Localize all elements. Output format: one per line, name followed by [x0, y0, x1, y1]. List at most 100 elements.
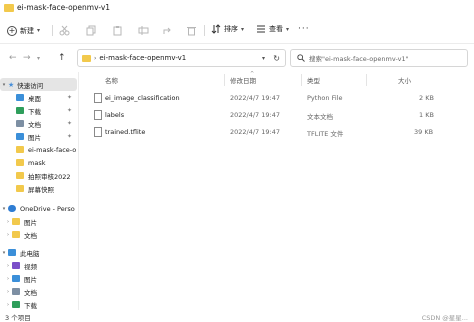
sidebar-item-quick-access[interactable]: ▾ ★ 快速访问: [0, 78, 77, 91]
chevron-right-icon[interactable]: ›: [4, 232, 12, 238]
navigation-pane: ▾ ★ 快速访问 桌面 ✦ 下载 ✦ 文档 ✦ 图片 ✦ ei-mask-fac…: [0, 74, 77, 312]
item-count: 3 个项目: [5, 314, 31, 322]
sidebar-item-pc-downloads[interactable]: › 下载: [0, 298, 77, 311]
sidebar-item-photo-review[interactable]: 拍照审核2022: [0, 169, 77, 182]
folder-icon: [16, 185, 24, 192]
sidebar-item-label: 图片: [28, 133, 41, 142]
column-header-name[interactable]: 名称: [105, 75, 118, 85]
folder-icon: [16, 172, 24, 179]
file-modified: 2022/4/7 19:47: [230, 111, 280, 119]
search-input[interactable]: 搜索"ei-mask-face-openmv-v1": [290, 49, 468, 67]
column-divider[interactable]: [366, 74, 367, 86]
recent-locations-chevron-icon[interactable]: ▾: [37, 55, 40, 62]
sidebar-item-mask[interactable]: mask: [0, 156, 77, 169]
watermark: CSDN @星星...: [421, 314, 468, 322]
pin-icon: ✦: [66, 133, 72, 140]
command-bar: + 新建 ▾ 排序 ▾ 查看 ▾ ···: [0, 17, 474, 44]
refresh-icon[interactable]: ↻: [273, 54, 280, 63]
sidebar-item-pc-documents[interactable]: › 文档: [0, 285, 77, 298]
column-header-modified[interactable]: 修改日期: [230, 75, 256, 85]
view-icon: [257, 25, 265, 33]
pin-icon: ✦: [66, 120, 72, 127]
document-icon: [16, 120, 24, 127]
chevron-down-icon[interactable]: ▾: [0, 206, 8, 212]
chevron-down-icon: ▾: [37, 27, 41, 34]
paste-icon[interactable]: [112, 25, 123, 36]
window-title: ei-mask-face-openmv-v1: [17, 3, 111, 12]
file-row[interactable]: trained.tflite 2022/4/7 19:47 TFLITE 文件 …: [88, 124, 474, 140]
title-bar: ei-mask-face-openmv-v1: [0, 0, 474, 17]
search-icon: [297, 54, 305, 62]
sidebar-item-pc-pictures[interactable]: › 图片: [0, 272, 77, 285]
copy-icon[interactable]: [86, 25, 97, 36]
file-type: 文本文档: [307, 113, 333, 121]
navigation-bar: ← → ▾ ↑ › ei-mask-face-openmv-v1 ▾ ↻ 搜索"…: [0, 44, 474, 72]
sidebar-item-screenshots[interactable]: 屏幕快照: [0, 182, 77, 195]
column-header-type[interactable]: 类型: [307, 75, 320, 85]
forward-arrow-icon[interactable]: →: [23, 53, 31, 63]
sidebar-item-label: 下载: [28, 107, 41, 116]
sidebar-item-label: 桌面: [28, 94, 41, 103]
column-divider[interactable]: [224, 74, 225, 86]
file-row[interactable]: ei_image_classification 2022/4/7 19:47 P…: [88, 90, 474, 106]
file-name: ei_image_classification: [105, 94, 180, 102]
sidebar-item-label: 图片: [24, 218, 37, 227]
chevron-right-icon[interactable]: ›: [4, 276, 12, 282]
new-button[interactable]: + 新建 ▾: [7, 23, 40, 38]
chevron-right-icon[interactable]: ›: [4, 263, 12, 269]
sidebar-item-downloads[interactable]: 下载 ✦: [0, 104, 77, 117]
sidebar-item-this-pc[interactable]: ▾ 此电脑: [0, 246, 77, 259]
desktop-icon: [16, 94, 24, 101]
video-icon: [12, 262, 20, 269]
sidebar-item-label: 快速访问: [17, 81, 44, 90]
sort-button[interactable]: 排序 ▾: [211, 24, 244, 34]
chevron-down-icon[interactable]: ▾: [0, 82, 8, 88]
cloud-icon: [8, 205, 16, 212]
column-divider[interactable]: [301, 74, 302, 86]
sidebar-item-videos[interactable]: › 视频: [0, 259, 77, 272]
sidebar-item-label: 文档: [24, 231, 37, 240]
sidebar-item-label: 文档: [24, 288, 37, 297]
up-arrow-icon[interactable]: ↑: [58, 53, 66, 63]
rename-icon[interactable]: [138, 25, 149, 36]
cut-icon[interactable]: [59, 25, 70, 36]
new-button-label: 新建: [20, 26, 34, 35]
more-options-button[interactable]: ···: [298, 24, 310, 34]
column-header-size[interactable]: 大小: [398, 75, 411, 85]
file-name: trained.tflite: [105, 128, 146, 136]
file-type: TFLITE 文件: [307, 130, 344, 138]
sidebar-item-label: 文档: [28, 120, 41, 129]
toolbar-divider: [204, 25, 205, 36]
chevron-down-icon[interactable]: ▾: [262, 55, 265, 62]
plus-icon: +: [7, 25, 17, 36]
file-size: 1 KB: [419, 111, 434, 119]
pane-splitter[interactable]: [78, 72, 79, 310]
file-row[interactable]: labels 2022/4/7 19:47 文本文档 1 KB: [88, 107, 474, 123]
star-icon: ★: [8, 80, 15, 89]
sidebar-item-ei-mask-face[interactable]: ei-mask-face-o: [0, 143, 77, 156]
sidebar-item-onedrive[interactable]: ▾ OneDrive - Perso: [0, 202, 77, 215]
sidebar-item-label: 视频: [24, 262, 37, 271]
folder-icon: [12, 231, 20, 238]
delete-icon[interactable]: [186, 25, 197, 36]
sidebar-item-desktop[interactable]: 桌面 ✦: [0, 91, 77, 104]
folder-icon: [16, 159, 24, 166]
sidebar-item-label: 拍照审核2022: [28, 172, 71, 181]
back-arrow-icon[interactable]: ←: [9, 53, 17, 63]
view-button[interactable]: 查看 ▾: [256, 24, 289, 34]
address-bar[interactable]: › ei-mask-face-openmv-v1 ▾ ↻: [77, 49, 286, 67]
chevron-right-icon[interactable]: ›: [4, 289, 12, 295]
sidebar-item-pictures[interactable]: 图片 ✦: [0, 130, 77, 143]
address-path: ei-mask-face-openmv-v1: [99, 54, 187, 62]
sidebar-item-documents[interactable]: 文档 ✦: [0, 117, 77, 130]
sidebar-item-onedrive-pictures[interactable]: › 图片: [0, 215, 77, 228]
chevron-right-icon[interactable]: ›: [4, 219, 12, 225]
status-bar: 3 个项目 CSDN @星星...: [0, 311, 474, 322]
chevron-right-icon[interactable]: ›: [4, 302, 12, 308]
chevron-down-icon[interactable]: ▾: [0, 250, 8, 256]
folder-icon: [12, 218, 20, 225]
file-modified: 2022/4/7 19:47: [230, 128, 280, 136]
sidebar-item-onedrive-documents[interactable]: › 文档: [0, 228, 77, 241]
share-icon[interactable]: [162, 25, 173, 36]
sidebar-item-label: 此电脑: [20, 249, 40, 258]
